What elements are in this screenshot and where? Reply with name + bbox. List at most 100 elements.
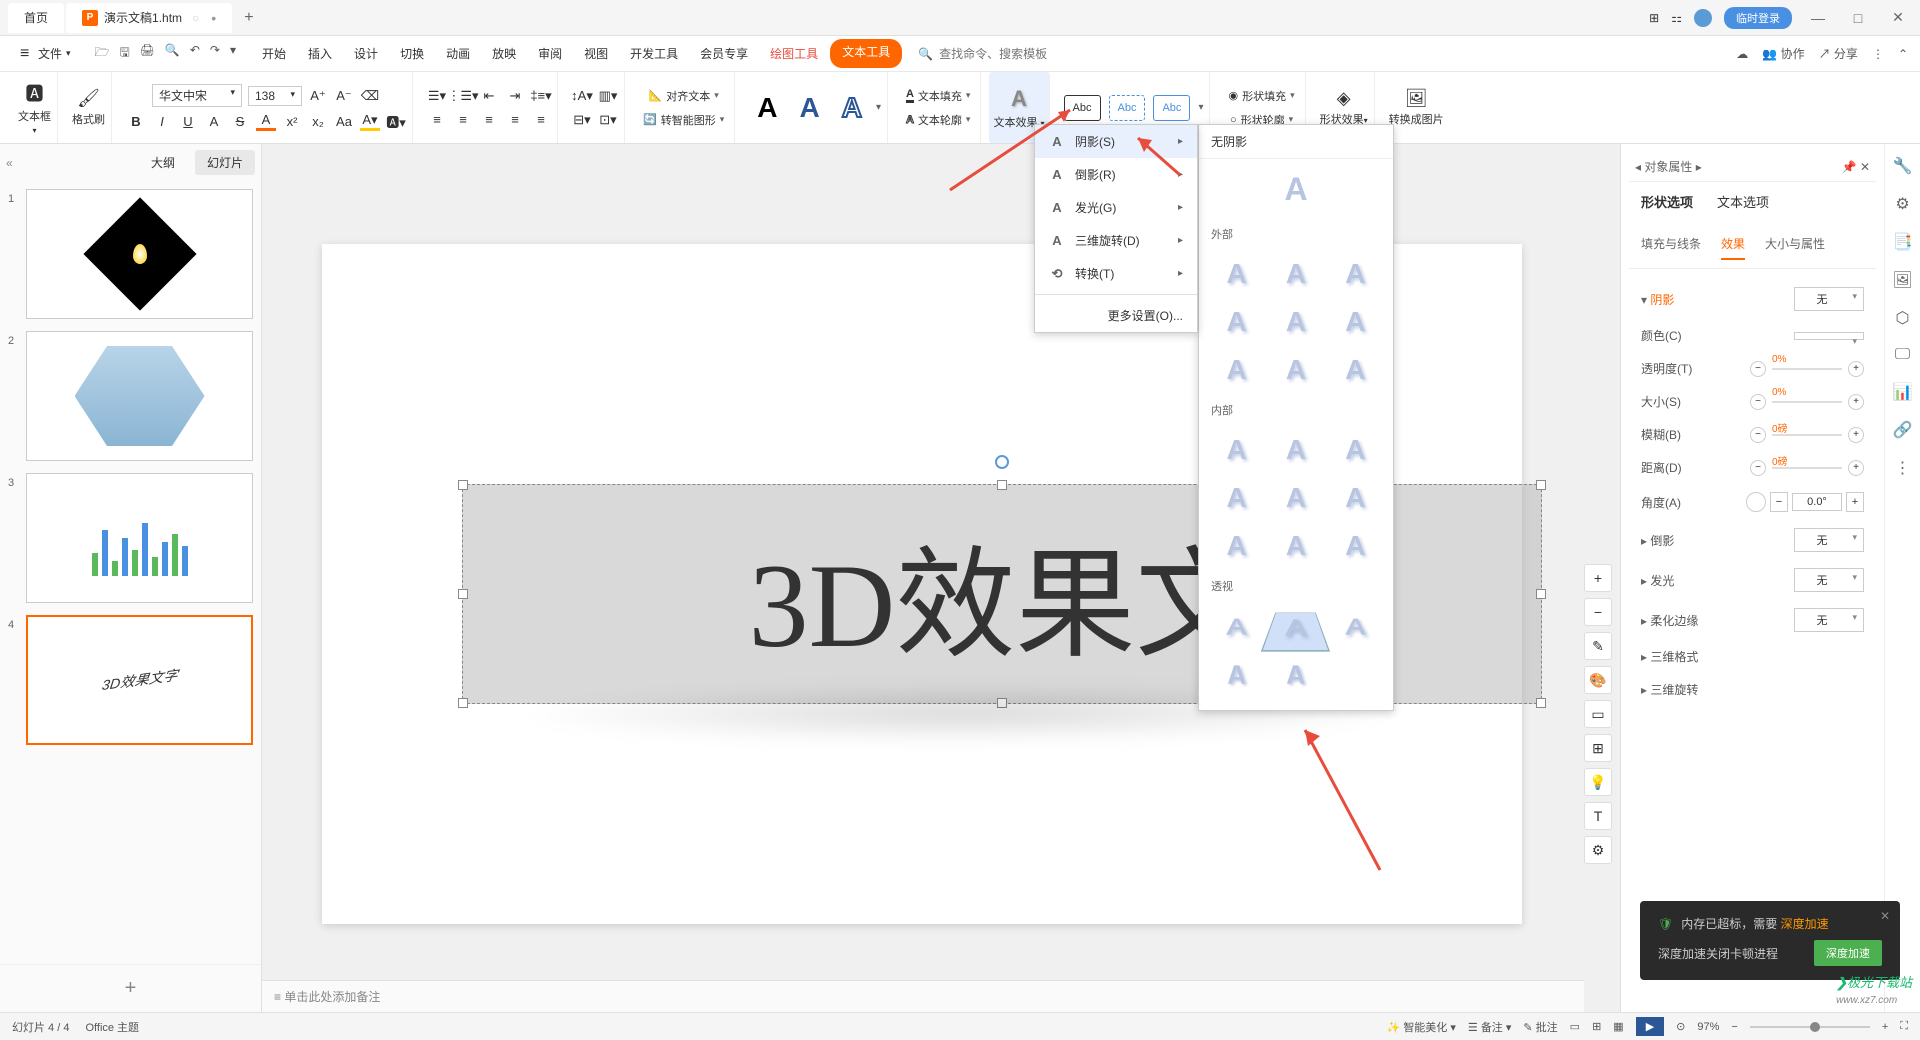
text-effects-button[interactable]: A 文本效果 ▾ bbox=[993, 86, 1044, 130]
shape-style-2[interactable]: Abc bbox=[1109, 95, 1146, 121]
shadow-preset[interactable]: A bbox=[1330, 350, 1381, 390]
text-style-blue[interactable]: A bbox=[791, 92, 827, 124]
tab-text-tools[interactable]: 文本工具 bbox=[830, 39, 902, 68]
shadow-preset[interactable]: A bbox=[1270, 478, 1321, 518]
shadow-preset[interactable]: A bbox=[1330, 526, 1381, 566]
main-text[interactable]: 3D效果文 bbox=[749, 507, 1256, 681]
user-avatar-icon[interactable] bbox=[1694, 9, 1712, 27]
dd-shadow[interactable]: A阴影(S)▸ bbox=[1035, 125, 1197, 158]
resize-handle[interactable] bbox=[458, 698, 468, 708]
align-text-button[interactable]: 📐对齐文本▾ bbox=[645, 86, 723, 106]
shadow-preset[interactable]: A bbox=[1270, 430, 1321, 470]
shape-tool[interactable]: ▭ bbox=[1584, 700, 1612, 728]
text-tool[interactable]: T bbox=[1584, 802, 1612, 830]
textbox-button[interactable]: 🅰 文本框▾ bbox=[18, 80, 51, 135]
convert-smart-button[interactable]: 🔄转智能图形▾ bbox=[639, 110, 728, 130]
highlight-button[interactable]: A bbox=[256, 111, 276, 131]
clear-format-icon[interactable]: ⌫ bbox=[360, 86, 380, 106]
tab-transition[interactable]: 切换 bbox=[390, 39, 434, 68]
zoom-out-button[interactable]: − bbox=[1731, 1021, 1737, 1033]
blur-slider[interactable]: −0磅+ bbox=[1750, 427, 1864, 443]
dd-transform[interactable]: ⟲转换(T)▸ bbox=[1035, 257, 1197, 290]
tab-slideshow[interactable]: 放映 bbox=[482, 39, 526, 68]
slide-item-1[interactable]: 1 bbox=[8, 189, 253, 319]
text-options-tab[interactable]: 文本选项 bbox=[1717, 192, 1769, 217]
vertical-align-button[interactable]: ⊟▾ bbox=[572, 110, 592, 130]
shadow-preset[interactable]: A bbox=[1206, 653, 1268, 692]
shape-fill-button[interactable]: ◉形状填充▾ bbox=[1224, 86, 1298, 106]
shadow-section[interactable]: 阴影 无 bbox=[1641, 279, 1864, 319]
indent-left-button[interactable]: ⇤ bbox=[479, 86, 499, 106]
tab-view[interactable]: 视图 bbox=[574, 39, 618, 68]
close-icon[interactable]: • bbox=[211, 10, 216, 26]
reflection-section[interactable]: 倒影无 bbox=[1641, 520, 1864, 560]
undo-icon[interactable]: ↶ bbox=[190, 43, 200, 64]
close-button[interactable]: ✕ bbox=[1884, 9, 1912, 26]
link-icon[interactable]: 🔗 bbox=[1893, 420, 1913, 440]
shape-style-1[interactable]: Abc bbox=[1064, 95, 1101, 121]
format-painter-button[interactable]: 🖌 格式刷 bbox=[72, 88, 105, 127]
idea-tool[interactable]: 💡 bbox=[1584, 768, 1612, 796]
monitor-icon[interactable]: 🖵 bbox=[1895, 346, 1910, 364]
text-style-more-icon[interactable]: ▾ bbox=[876, 102, 881, 113]
slides-list[interactable]: 1 2 3 4 3D效果文字 bbox=[0, 181, 261, 964]
strikethrough-button[interactable]: S bbox=[230, 111, 250, 131]
preview-icon[interactable]: 🔍 bbox=[165, 43, 180, 64]
text-style-outline[interactable]: A bbox=[834, 92, 870, 124]
add-tab-button[interactable]: + bbox=[234, 9, 263, 27]
zoom-in-tool[interactable]: + bbox=[1584, 564, 1612, 592]
shape-style-more-icon[interactable]: ▾ bbox=[1198, 102, 1203, 113]
zoom-in-button[interactable]: + bbox=[1882, 1021, 1888, 1033]
bold-button[interactable]: B bbox=[126, 111, 146, 131]
notes-toggle[interactable]: ☰ 备注 ▾ bbox=[1468, 1019, 1512, 1035]
notes-placeholder[interactable]: 单击此处添加备注 bbox=[284, 988, 380, 1005]
angle-input[interactable]: − 0.0° + bbox=[1746, 492, 1864, 512]
print-icon[interactable]: 🖨 bbox=[140, 43, 155, 64]
menu-more-icon[interactable]: ⋮ bbox=[1872, 47, 1884, 61]
toast-action-button[interactable]: 深度加速 bbox=[1814, 940, 1882, 966]
glow-section[interactable]: 发光无 bbox=[1641, 560, 1864, 600]
tab-insert[interactable]: 插入 bbox=[298, 39, 342, 68]
pen-tool[interactable]: ✎ bbox=[1584, 632, 1612, 660]
decrease-font-icon[interactable]: A⁻ bbox=[334, 86, 354, 106]
align-left-button[interactable]: ≡ bbox=[427, 110, 447, 130]
shadow-preset[interactable]: A bbox=[1211, 430, 1262, 470]
view-sorter-icon[interactable]: ⊞ bbox=[1592, 1020, 1601, 1033]
rotation-3d-section[interactable]: 三维旋转 bbox=[1641, 673, 1864, 706]
resize-handle[interactable] bbox=[1536, 480, 1546, 490]
slide-thumbnail[interactable] bbox=[26, 331, 253, 461]
resize-handle[interactable] bbox=[1536, 698, 1546, 708]
shadow-preset[interactable]: A bbox=[1270, 254, 1321, 294]
layers-icon[interactable]: 📑 bbox=[1893, 232, 1913, 252]
underline-button[interactable]: U bbox=[178, 111, 198, 131]
shadow-preset[interactable]: A bbox=[1270, 350, 1321, 390]
italic-button[interactable]: I bbox=[152, 111, 172, 131]
share-button[interactable]: ↗ 分享 bbox=[1819, 45, 1858, 62]
resize-handle[interactable] bbox=[997, 480, 1007, 490]
shadow-preset[interactable]: A bbox=[1211, 350, 1262, 390]
adjust-icon[interactable]: ⚙ bbox=[1895, 194, 1909, 214]
collapse-ribbon-icon[interactable]: ⌃ bbox=[1898, 47, 1908, 61]
size-props-tab[interactable]: 大小与属性 bbox=[1765, 235, 1825, 260]
home-tab[interactable]: 首页 bbox=[8, 3, 64, 33]
annotate-toggle[interactable]: ✎ 批注 bbox=[1523, 1019, 1557, 1035]
layout-tool[interactable]: ⊞ bbox=[1584, 734, 1612, 762]
minimize-button[interactable]: — bbox=[1804, 10, 1832, 26]
distance-slider[interactable]: −0磅+ bbox=[1750, 460, 1864, 476]
resize-handle[interactable] bbox=[458, 589, 468, 599]
redo-icon[interactable]: ↷ bbox=[210, 43, 220, 64]
layout-icon[interactable]: ⊞ bbox=[1649, 11, 1659, 25]
indent-right-button[interactable]: ⇥ bbox=[505, 86, 525, 106]
settings-tool[interactable]: ⚙ bbox=[1584, 836, 1612, 864]
resize-handle[interactable] bbox=[1536, 589, 1546, 599]
text-fill-button[interactable]: A文本填充▾ bbox=[902, 86, 974, 106]
rotate-handle[interactable] bbox=[995, 455, 1009, 469]
search-box[interactable]: 🔍 bbox=[918, 47, 1059, 61]
shadow-text-button[interactable]: A bbox=[204, 111, 224, 131]
cloud-icon[interactable]: ☁ bbox=[1736, 47, 1748, 61]
slide-thumbnail[interactable] bbox=[26, 189, 253, 319]
more-vert-icon[interactable]: ⋮ bbox=[1895, 458, 1911, 478]
slide-item-2[interactable]: 2 bbox=[8, 331, 253, 461]
shadow-preset-select[interactable]: 无 bbox=[1794, 287, 1864, 311]
angle-dial[interactable] bbox=[1746, 492, 1766, 512]
